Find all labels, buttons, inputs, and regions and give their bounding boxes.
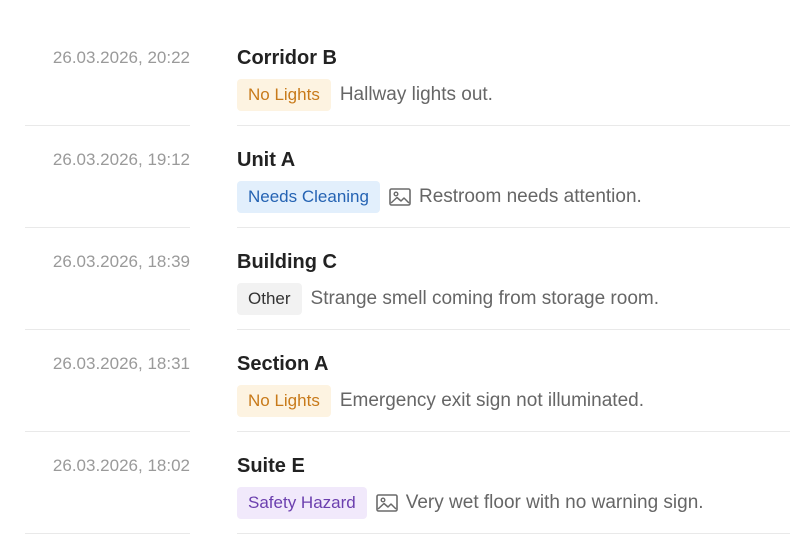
divider xyxy=(25,431,190,432)
report-timestamp: 26.03.2026, 20:22 xyxy=(52,48,190,67)
divider xyxy=(25,329,190,330)
report-description: Hallway lights out. xyxy=(339,84,493,105)
report-feed: 26.03.2026, 20:22 Corridor B No Lights H… xyxy=(0,0,790,553)
image-icon xyxy=(389,188,411,206)
report-location: Unit A xyxy=(237,149,296,171)
divider xyxy=(25,125,190,126)
report-details: No Lights Hallway lights out. xyxy=(237,79,493,111)
report-details: No Lights Emergency exit sign not illumi… xyxy=(237,385,644,417)
divider xyxy=(25,227,190,228)
category-badge: Other xyxy=(237,283,302,315)
divider xyxy=(25,533,190,534)
image-icon xyxy=(375,494,398,512)
report-timestamp: 26.03.2026, 18:39 xyxy=(52,252,190,271)
report-location: Building C xyxy=(237,251,337,273)
report-description: Restroom needs attention. xyxy=(418,186,642,207)
divider xyxy=(237,125,790,126)
category-badge: No Lights xyxy=(237,385,331,417)
report-entry[interactable]: 26.03.2026, 18:39 Building C Other Stran… xyxy=(0,251,790,353)
report-details: Safety Hazard Very wet floor with no war… xyxy=(237,487,704,519)
report-location: Suite E xyxy=(237,455,305,477)
report-details: Other Strange smell coming from storage … xyxy=(237,283,659,315)
report-location: Corridor B xyxy=(237,47,337,69)
report-details: Needs Cleaning Restroom needs attention. xyxy=(237,181,642,213)
report-description: Very wet floor with no warning sign. xyxy=(405,492,704,513)
report-entry[interactable]: 26.03.2026, 18:31 Section A No Lights Em… xyxy=(0,353,790,455)
divider xyxy=(237,227,790,228)
report-timestamp: 26.03.2026, 19:12 xyxy=(52,150,190,169)
divider xyxy=(237,329,790,330)
report-entry[interactable]: 26.03.2026, 18:02 Suite E Safety Hazard … xyxy=(0,455,790,553)
divider xyxy=(237,431,790,432)
category-badge: Safety Hazard xyxy=(237,487,367,519)
report-description: Strange smell coming from storage room. xyxy=(310,288,659,309)
report-entry[interactable]: 26.03.2026, 20:22 Corridor B No Lights H… xyxy=(0,47,790,149)
report-description: Emergency exit sign not illuminated. xyxy=(339,390,644,411)
divider xyxy=(237,533,790,534)
category-badge: Needs Cleaning xyxy=(237,181,380,213)
report-timestamp: 26.03.2026, 18:31 xyxy=(52,354,190,373)
report-timestamp: 26.03.2026, 18:02 xyxy=(52,456,190,475)
report-location: Section A xyxy=(237,353,329,375)
category-badge: No Lights xyxy=(237,79,331,111)
report-entry[interactable]: 26.03.2026, 19:12 Unit A Needs Cleaning … xyxy=(0,149,790,251)
